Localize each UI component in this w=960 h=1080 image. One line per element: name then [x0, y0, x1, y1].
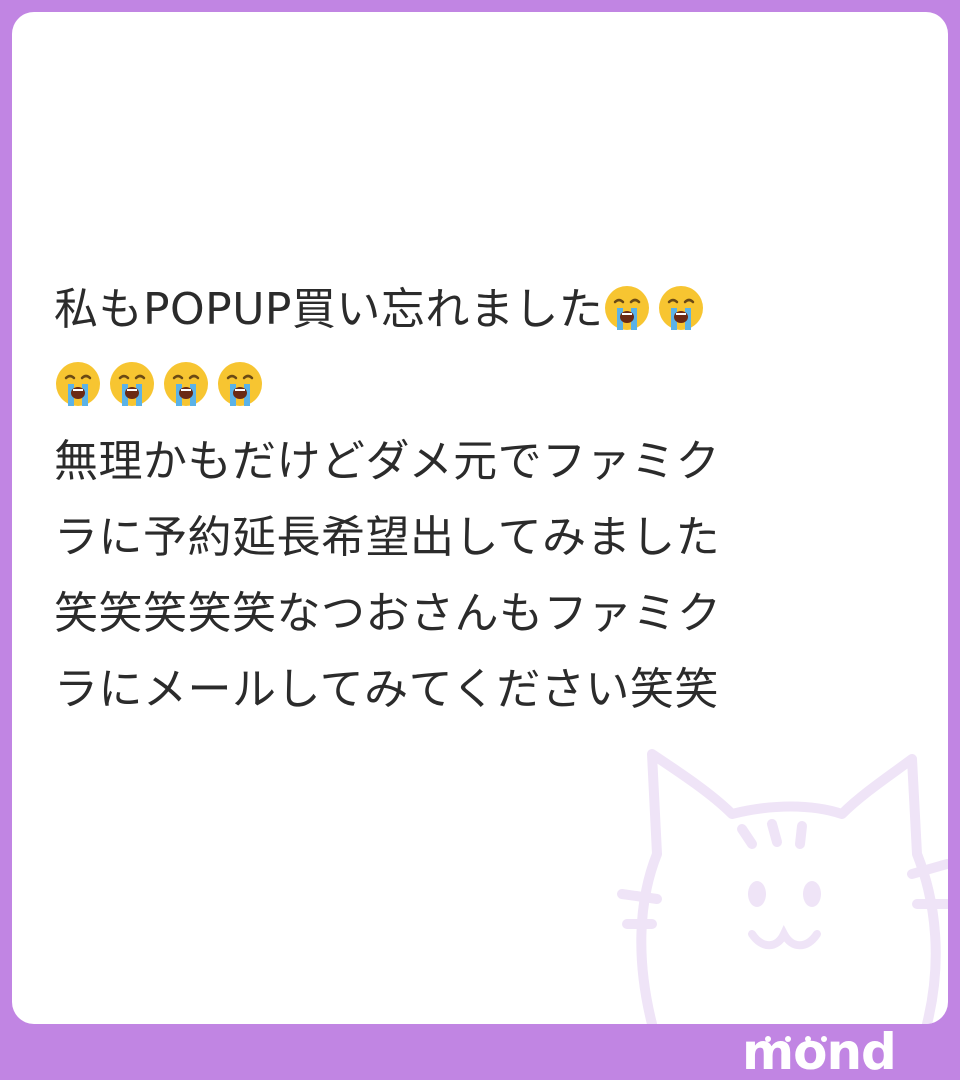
- crying-face-icon: [56, 362, 100, 406]
- message-line-2: [54, 348, 914, 424]
- crying-face-icon: [218, 362, 262, 406]
- crying-face-icon: [110, 362, 154, 406]
- message-line-5: 笑笑笑笑笑なつおさんもファミク: [54, 588, 722, 639]
- message-line-3: 無理かもだけどダメ元でファミク: [54, 436, 721, 487]
- message-line-6: ラにメールしてみてください笑笑: [54, 664, 719, 715]
- cat-watermark-icon: [617, 749, 948, 1024]
- message-text: 私もPOPUP買い忘れました 無理かもだけどダメ元でファミク ラに予約延長希望出…: [54, 272, 914, 728]
- mond-logo: mond: [742, 1024, 922, 1080]
- message-line-1-text: 私もPOPUP買い忘れました: [54, 284, 604, 335]
- message-line-4: ラに予約延長希望出してみました: [54, 512, 721, 563]
- logo-face-icon: [765, 1036, 827, 1042]
- message-card: 私もPOPUP買い忘れました 無理かもだけどダメ元でファミク ラに予約延長希望出…: [12, 12, 948, 1024]
- crying-face-icon: [605, 286, 650, 330]
- post-frame: 私もPOPUP買い忘れました 無理かもだけどダメ元でファミク ラに予約延長希望出…: [0, 0, 960, 1080]
- crying-face-icon: [659, 286, 704, 330]
- message-line-1: 私もPOPUP買い忘れました: [54, 272, 914, 348]
- crying-face-icon: [164, 362, 208, 406]
